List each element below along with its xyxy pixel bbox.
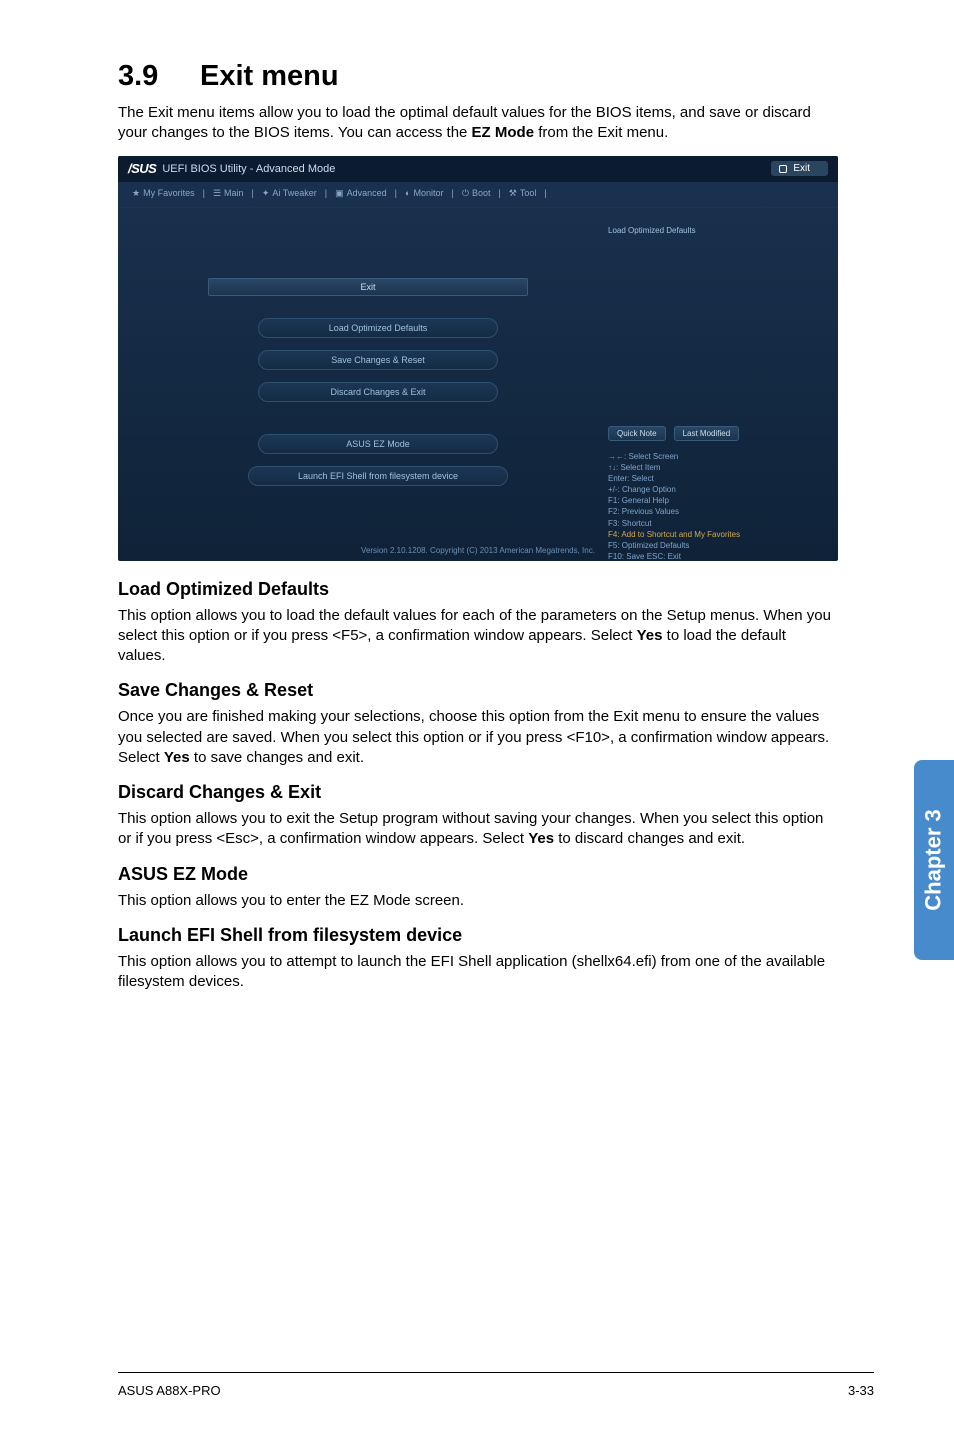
section-title-text: Exit menu [200,60,339,92]
bios-left-panel: Exit Load Optimized Defaults Save Change… [118,208,598,548]
monitor-icon: ◐ [405,188,410,198]
bios-quick-buttons: Quick Note Last Modified [608,426,820,441]
tab-main[interactable]: ☰Main [213,188,244,199]
intro-post: from the Exit menu. [534,124,668,141]
bios-exit-heading: Exit [208,278,528,296]
section-title: 3.9Exit menu [118,60,836,93]
heading-ez-mode: ASUS EZ Mode [118,864,836,885]
tool-icon: ⚒ [509,188,517,199]
chapter-tab-label: Chapter 3 [921,809,947,910]
quick-note-button[interactable]: Quick Note [608,426,666,441]
section-number: 3.9 [118,60,200,93]
bios-header: /SUS UEFI BIOS Utility - Advanced Mode E… [118,156,838,182]
power-icon [779,165,787,173]
load-defaults-button[interactable]: Load Optimized Defaults [258,318,498,338]
intro-bold: EZ Mode [472,124,535,141]
footer-product: ASUS A88X-PRO [118,1383,221,1398]
para-discard-exit: This option allows you to exit the Setup… [118,809,836,850]
para-ez-mode: This option allows you to enter the EZ M… [118,891,836,911]
asus-logo: /SUS [128,161,156,176]
power-icon: ⏻ [462,188,469,199]
chip-icon: ▣ [335,188,344,199]
bios-body: Exit Load Optimized Defaults Save Change… [118,208,838,548]
last-modified-button[interactable]: Last Modified [674,426,740,441]
heading-discard-exit: Discard Changes & Exit [118,782,836,803]
tab-monitor[interactable]: ◐Monitor [405,188,443,199]
heading-load-defaults: Load Optimized Defaults [118,579,836,600]
list-icon: ☰ [213,188,221,199]
heading-launch-efi: Launch EFI Shell from filesystem device [118,925,836,946]
page-content: 3.9Exit menu The Exit menu items allow y… [0,0,954,1044]
ez-mode-button[interactable]: ASUS EZ Mode [258,434,498,454]
bios-right-description: Load Optimized Defaults [608,226,820,426]
intro-pre: The Exit menu items allow you to load th… [118,104,811,141]
launch-efi-button[interactable]: Launch EFI Shell from filesystem device [248,466,508,486]
tab-ai-tweaker[interactable]: ✦Ai Tweaker [262,188,317,199]
intro-paragraph: The Exit menu items allow you to load th… [118,103,836,144]
bios-tabs: ★My Favorites | ☰Main | ✦Ai Tweaker | ▣A… [118,182,838,208]
para-load-defaults: This option allows you to load the defau… [118,606,836,667]
bios-version-footer: Version 2.10.1208. Copyright (C) 2013 Am… [118,546,838,555]
star-icon: ★ [132,188,140,199]
save-reset-button[interactable]: Save Changes & Reset [258,350,498,370]
para-save-reset: Once you are finished making your select… [118,707,836,768]
footer-page-number: 3-33 [848,1383,874,1398]
page-footer: ASUS A88X-PRO 3-33 [118,1372,874,1398]
tab-advanced[interactable]: ▣Advanced [335,188,387,199]
bios-right-panel: Load Optimized Defaults Quick Note Last … [598,208,838,548]
para-launch-efi: This option allows you to attempt to lau… [118,952,836,993]
chapter-tab: Chapter 3 [914,760,954,960]
tab-tool[interactable]: ⚒Tool [509,188,537,199]
bios-help-text: →←: Select Screen ↑↓: Select Item Enter:… [608,451,820,561]
discard-exit-button[interactable]: Discard Changes & Exit [258,382,498,402]
bios-header-title: UEFI BIOS Utility - Advanced Mode [162,163,335,175]
tab-boot[interactable]: ⏻Boot [462,188,491,199]
heading-save-reset: Save Changes & Reset [118,680,836,701]
bios-exit-label: Exit [793,163,810,174]
wrench-icon: ✦ [262,188,270,199]
bios-screenshot: /SUS UEFI BIOS Utility - Advanced Mode E… [118,156,838,561]
tab-favorites[interactable]: ★My Favorites [132,188,195,199]
bios-exit-button[interactable]: Exit [771,161,828,176]
